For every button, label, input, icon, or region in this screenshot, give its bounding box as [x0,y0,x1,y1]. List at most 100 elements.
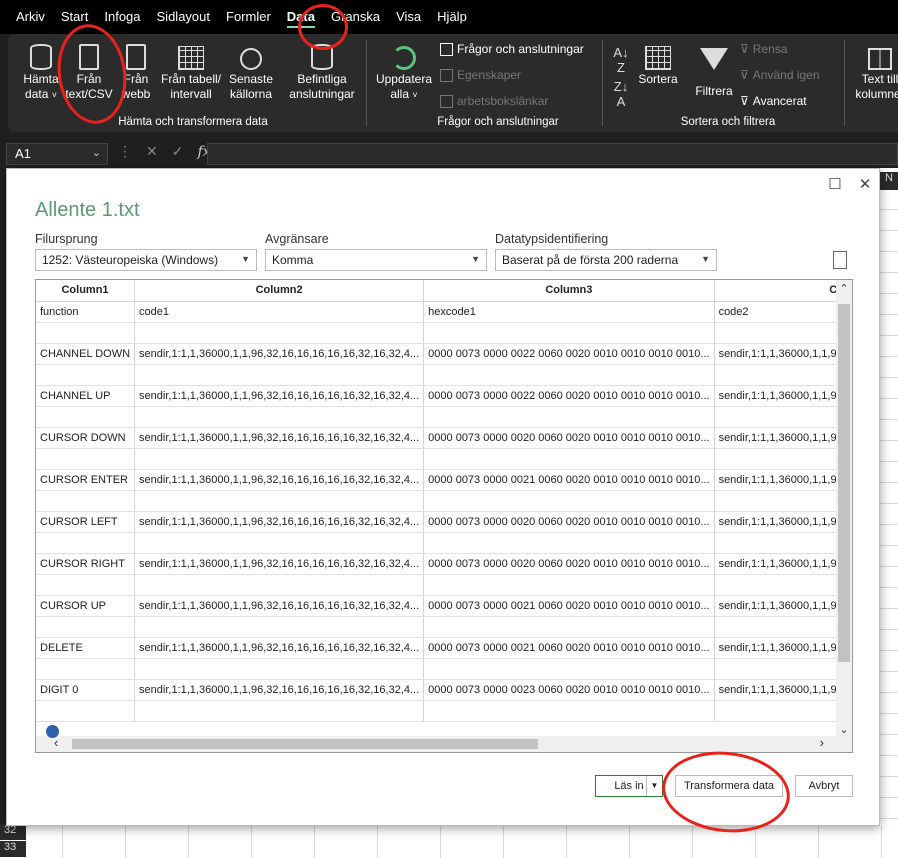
tab-arkiv[interactable]: Arkiv [8,0,53,34]
sort-button[interactable]: Sortera [636,40,680,87]
from-table-button[interactable]: Från tabell/ intervall [158,40,224,102]
help-icon[interactable] [46,725,59,738]
sort-az-button[interactable]: A↓ Z [608,46,634,76]
table-cell: sendir,1:1,1,36000,1,1,96 [714,469,852,491]
web-icon [126,44,146,70]
cancel-icon[interactable]: ✕ [146,143,158,160]
table-row: CURSOR LEFT sendir,1:1,1,36000,1,1,96,32,… [36,511,852,533]
name-box[interactable]: A1 ⌄ [6,143,108,165]
row-header-32[interactable]: 32 [0,824,26,840]
tab-visa[interactable]: Visa [388,0,429,34]
group-label-queries: Frågor och anslutningar [437,116,559,128]
scroll-right-icon[interactable]: › [820,735,824,750]
column-header[interactable]: Column1 [36,280,136,302]
vertical-scrollbar[interactable]: ⌃ ⌄ [836,280,852,738]
chevron-down-icon: ▼ [701,254,710,264]
sort-za-button[interactable]: Z↓ A [608,80,634,110]
scroll-down-icon[interactable]: ⌄ [837,723,851,736]
text-to-columns-icon [868,48,892,70]
table-cell: code2 [714,301,852,323]
tab-formler[interactable]: Formler [218,0,279,34]
scroll-up-icon[interactable]: ⌃ [837,282,851,295]
table-cell: CURSOR ENTER [36,469,136,491]
table-cell [423,616,715,638]
table-cell [36,490,136,512]
worksheet-grid-bottom[interactable] [0,826,898,858]
table-cell [134,490,425,512]
recent-sources-button[interactable]: Senaste källorna [226,40,276,102]
chevron-down-icon: ▼ [471,254,480,264]
formula-bar: A1 ⌄ ⋮ ✕ ✓ fx [0,140,898,168]
vertical-scroll-thumb[interactable] [838,304,850,662]
clear-filter-button[interactable]: ⊽ Rensa [740,42,787,56]
column-header[interactable]: Column3 [423,280,715,302]
refresh-icon [392,46,416,70]
reapply-icon: ⊽ [740,68,749,82]
preview-table-body: function code1 hexcode1 code2 CHANNEL DOWN se… [36,301,852,722]
cancel-button[interactable]: Avbryt [795,775,853,797]
horizontal-scrollbar[interactable]: ‹ › [36,735,852,752]
formula-input[interactable] [207,143,898,165]
table-cell: sendir,1:1,1,36000,1,1,96,32,16,16,16,16… [134,343,425,365]
column-header[interactable]: Column2 [134,280,425,302]
datatype-label: Datatypsidentifiering [495,232,609,246]
horizontal-scroll-thumb[interactable] [72,739,538,749]
refresh-preview-icon[interactable] [833,251,847,269]
sort-descending-icon: Z↓ A [613,79,629,109]
confirm-icon[interactable]: ✓ [172,143,184,160]
table-cell [36,700,136,722]
advanced-filter-button[interactable]: ⊽ Avancerat [740,94,807,108]
table-cell [423,364,715,386]
column-header[interactable]: Col [714,280,852,302]
table-cell [134,574,425,596]
from-table-label-1: Från tabell/ [160,72,222,86]
table-cell: sendir,1:1,1,36000,1,1,96 [714,679,852,701]
table-cell: sendir,1:1,1,36000,1,1,96,32,16,16,16,16… [134,679,425,701]
recent-label-1: Senaste [228,72,274,86]
text-to-columns-button[interactable]: Text till kolumner [850,40,898,102]
table-row: CURSOR RIGHT sendir,1:1,1,36000,1,1,96,32… [36,553,852,575]
filter-button[interactable]: Filtrera [692,40,736,99]
table-cell: CURSOR LEFT [36,511,136,533]
file-origin-select[interactable]: 1252: Västeuropeiska (Windows) ▼ [35,249,257,271]
table-cell [134,364,425,386]
table-cell: sendir,1:1,1,36000,1,1,96 [714,595,852,617]
table-cell: sendir,1:1,1,36000,1,1,96,32,16,16,16,16… [134,469,425,491]
table-cell [36,658,136,680]
table-cell: sendir,1:1,1,36000,1,1,96,32,16,16,16,16… [134,385,425,407]
table-cell: sendir,1:1,1,36000,1,1,96 [714,511,852,533]
load-split-button[interactable]: Läs in ▼ [595,775,663,797]
chevron-down-icon: ˅ [412,90,418,100]
table-cell [36,574,136,596]
table-row [36,658,852,680]
datatype-select[interactable]: Baserat på de första 200 raderna ▼ [495,249,717,271]
reapply-button[interactable]: ⊽ Använd igen [740,68,820,82]
queries-connections-button[interactable]: Frågor och anslutningar [440,42,584,56]
tab-hjalp[interactable]: Hjälp [429,0,475,34]
table-header-row: Column1 Column2 Column3 Col [36,280,852,302]
table-cell [714,322,852,344]
table-cell [423,448,715,470]
table-cell [423,700,715,722]
more-icon[interactable]: ⋮ [118,143,132,160]
table-cell [36,322,136,344]
chevron-down-icon: ⌄ [91,147,101,159]
row-header-33[interactable]: 33 [0,841,26,857]
delimiter-select[interactable]: Komma ▼ [265,249,487,271]
table-cell: sendir,1:1,1,36000,1,1,96,32,16,16,16,16… [134,511,425,533]
name-box-value: A1 [15,146,31,161]
close-icon[interactable]: ✕ [853,175,877,193]
worksheet-grid[interactable] [880,168,898,858]
text-to-cols-label-2: kolumner [855,87,898,101]
tab-sidlayout[interactable]: Sidlayout [149,0,218,34]
table-row [36,406,852,428]
table-cell: 0000 0073 0000 0020 0060 0020 0010 0010 … [423,553,715,575]
maximize-icon[interactable]: ☐ [823,175,847,193]
table-cell: sendir,1:1,1,36000,1,1,96 [714,427,852,449]
chevron-down-icon[interactable]: ▼ [646,776,662,796]
refresh-all-button[interactable]: Uppdatera alla ˅ [372,40,436,103]
table-cell: 0000 0073 0000 0023 0060 0020 0010 0010 … [423,679,715,701]
properties-button[interactable]: Egenskaper [440,68,521,82]
column-header-n[interactable]: N [880,172,898,190]
workbook-links-button[interactable]: arbetsbokslänkar [440,94,548,108]
